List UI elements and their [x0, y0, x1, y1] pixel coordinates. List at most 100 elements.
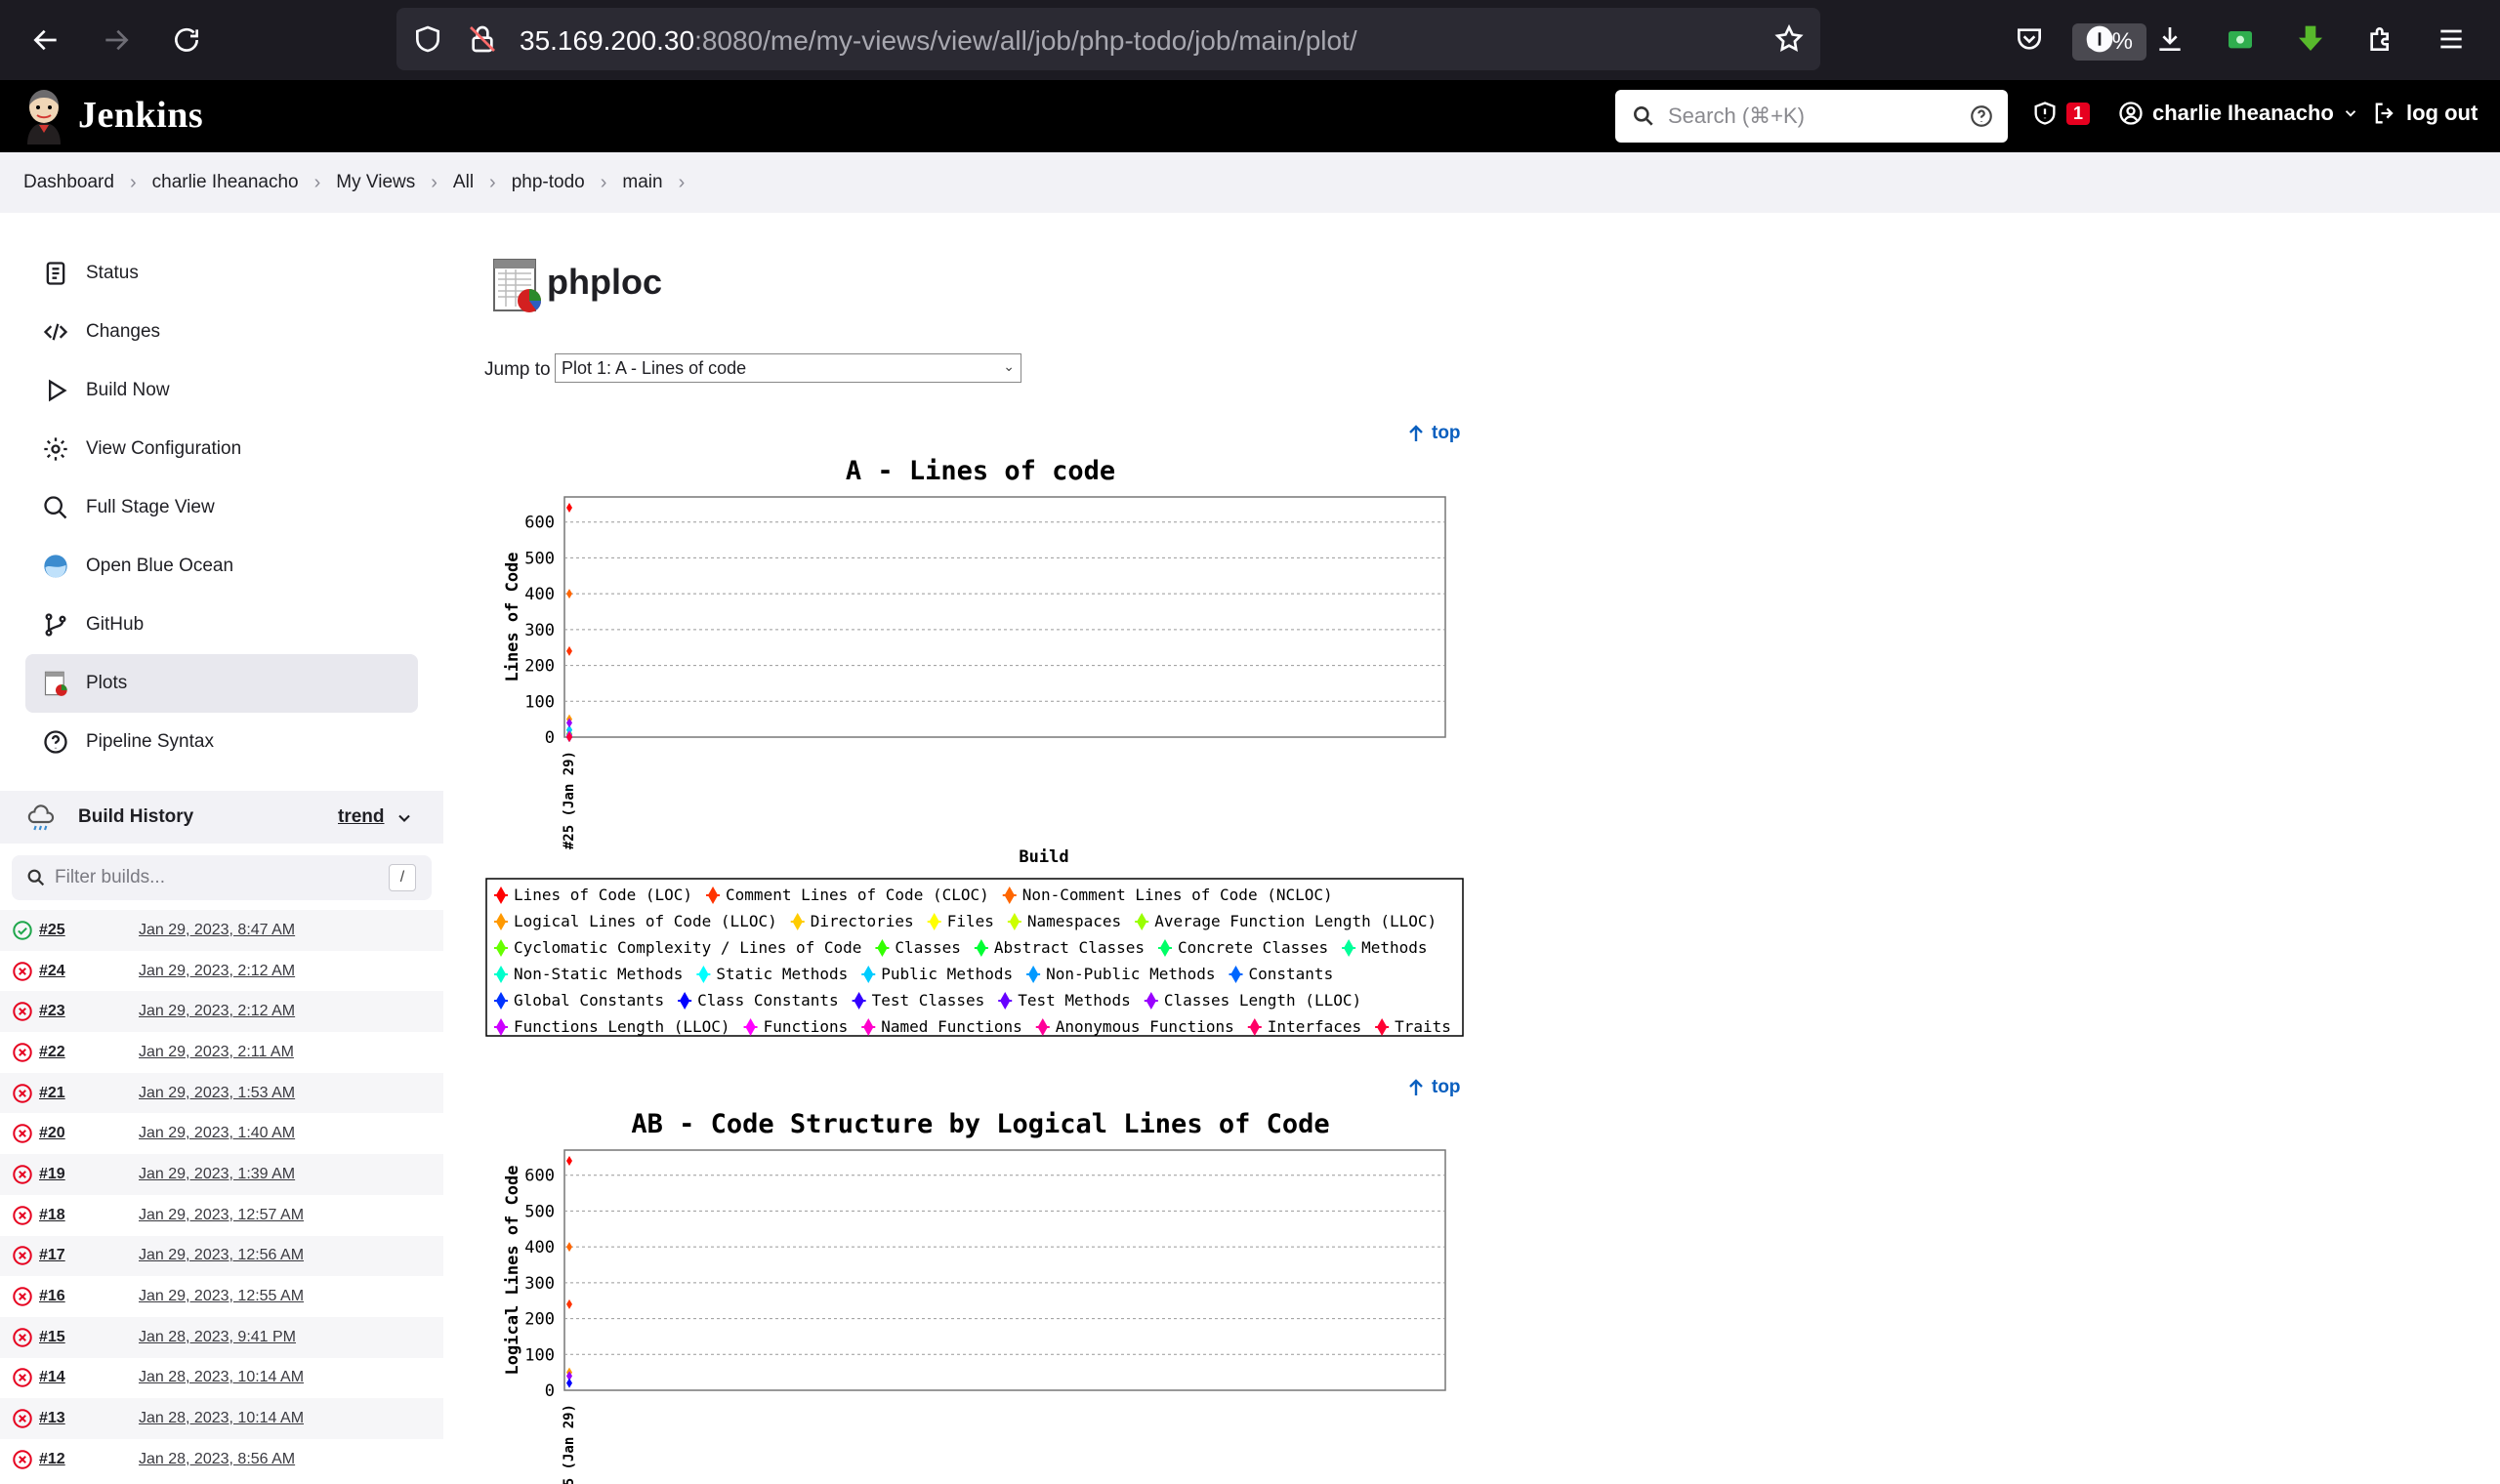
- insecure-lock-icon[interactable]: [465, 21, 500, 57]
- download-icon[interactable]: [2150, 20, 2189, 59]
- build-date-link[interactable]: Jan 29, 2023, 8:47 AM: [139, 922, 295, 939]
- search-icon: [1634, 106, 1653, 126]
- failed-x-icon: [13, 1368, 32, 1388]
- forward-button[interactable]: [94, 18, 139, 62]
- build-date-link[interactable]: Jan 29, 2023, 2:12 AM: [139, 1003, 295, 1020]
- build-number-link[interactable]: #15: [39, 1329, 65, 1346]
- build-number-link[interactable]: #25: [39, 922, 65, 939]
- build-date-link[interactable]: Jan 29, 2023, 2:12 AM: [139, 963, 295, 980]
- extension-money-icon[interactable]: [2221, 20, 2260, 59]
- breadcrumb-item-all[interactable]: All: [453, 172, 474, 193]
- security-warning[interactable]: 1: [2031, 100, 2091, 127]
- failed-x-icon: [13, 1083, 32, 1103]
- browser-toolbar: 35.169.200.30:8080/me/my-views/view/all/…: [0, 0, 2500, 80]
- account-icon[interactable]: [2080, 20, 2119, 59]
- legend-label: Average Function Length (LLOC): [1154, 912, 1437, 930]
- logout-button[interactable]: log out: [2371, 100, 2478, 127]
- build-filter[interactable]: /: [12, 855, 432, 900]
- failed-x-icon: [13, 961, 32, 981]
- y-tick-label: 600: [524, 514, 555, 533]
- breadcrumb-item-dashboard[interactable]: Dashboard: [23, 172, 114, 193]
- build-row[interactable]: #24 Jan 29, 2023, 2:12 AM: [0, 951, 443, 992]
- bookmark-star-icon[interactable]: [1771, 21, 1807, 57]
- jenkins-header: Jenkins 1 charlie Iheanacho log out: [0, 80, 2500, 152]
- help-icon[interactable]: [1969, 103, 1994, 129]
- build-number-link[interactable]: #24: [39, 963, 65, 980]
- build-number-link[interactable]: #22: [39, 1044, 65, 1061]
- sidebar-item-plots[interactable]: Plots: [25, 654, 418, 713]
- filter-builds-input[interactable]: [55, 864, 387, 891]
- breadcrumb-separator-icon[interactable]: ›: [679, 172, 686, 194]
- build-row[interactable]: #21 Jan 29, 2023, 1:53 AM: [0, 1072, 443, 1114]
- legend-label: Namespaces: [1027, 912, 1121, 930]
- build-date-link[interactable]: Jan 29, 2023, 12:56 AM: [139, 1247, 304, 1264]
- search-input[interactable]: [1668, 100, 1961, 133]
- chevron-down-icon[interactable]: [395, 808, 414, 828]
- breadcrumb-item-project[interactable]: php-todo: [512, 172, 585, 193]
- breadcrumb-item-my-views[interactable]: My Views: [336, 172, 415, 193]
- build-date-link[interactable]: Jan 28, 2023, 8:56 AM: [139, 1451, 295, 1468]
- user-menu[interactable]: charlie Iheanacho: [2117, 100, 2359, 127]
- build-row[interactable]: #12 Jan 28, 2023, 8:56 AM: [0, 1439, 443, 1480]
- build-number-link[interactable]: #13: [39, 1410, 65, 1427]
- app-title[interactable]: Jenkins: [78, 94, 203, 137]
- build-number-link[interactable]: #17: [39, 1247, 65, 1264]
- breadcrumb-item-branch[interactable]: main: [622, 172, 662, 193]
- extensions-puzzle-icon[interactable]: [2361, 20, 2400, 59]
- build-row[interactable]: #17 Jan 29, 2023, 12:56 AM: [0, 1235, 443, 1277]
- build-number-link[interactable]: #23: [39, 1003, 65, 1020]
- breadcrumb: Dashboard › charlie Iheanacho › My Views…: [0, 152, 2500, 213]
- build-row[interactable]: #18 Jan 29, 2023, 12:57 AM: [0, 1195, 443, 1236]
- build-number-link[interactable]: #18: [39, 1207, 65, 1224]
- build-row[interactable]: #20 Jan 29, 2023, 1:40 AM: [0, 1113, 443, 1154]
- extension-download-arrow-icon[interactable]: [2291, 20, 2330, 59]
- build-date-link[interactable]: Jan 29, 2023, 1:40 AM: [139, 1125, 295, 1142]
- trend-link[interactable]: trend: [338, 806, 385, 828]
- build-number-link[interactable]: #21: [39, 1085, 65, 1102]
- sidebar-item-build-now[interactable]: Build Now: [25, 361, 418, 420]
- build-date-link[interactable]: Jan 29, 2023, 12:57 AM: [139, 1207, 304, 1224]
- breadcrumb-item-user[interactable]: charlie Iheanacho: [152, 172, 299, 193]
- sidebar-item-pipeline-syntax[interactable]: Pipeline Syntax: [25, 713, 418, 771]
- build-number-link[interactable]: #12: [39, 1451, 65, 1468]
- legend-label: Cyclomatic Complexity / Lines of Code: [514, 938, 861, 957]
- build-row[interactable]: #14 Jan 28, 2023, 10:14 AM: [0, 1358, 443, 1399]
- jenkins-logo-icon[interactable]: [21, 88, 66, 144]
- build-number-link[interactable]: #20: [39, 1125, 65, 1142]
- back-button[interactable]: [23, 18, 68, 62]
- sidebar-item-changes[interactable]: Changes: [25, 303, 418, 361]
- build-number-link[interactable]: #16: [39, 1288, 65, 1305]
- build-date-link[interactable]: Jan 28, 2023, 10:14 AM: [139, 1369, 304, 1386]
- build-date-link[interactable]: Jan 29, 2023, 12:55 AM: [139, 1288, 304, 1305]
- build-row[interactable]: #15 Jan 28, 2023, 9:41 PM: [0, 1316, 443, 1358]
- build-date-link[interactable]: Jan 29, 2023, 1:39 AM: [139, 1166, 295, 1183]
- sidebar-item-open-blue-ocean[interactable]: Open Blue Ocean: [25, 537, 418, 596]
- legend-label: Functions: [764, 1017, 849, 1036]
- menu-icon[interactable]: [2432, 20, 2471, 59]
- sidebar-item-view-configuration[interactable]: View Configuration: [25, 420, 418, 478]
- build-row[interactable]: #19 Jan 29, 2023, 1:39 AM: [0, 1154, 443, 1195]
- url-text[interactable]: 35.169.200.30:8080/me/my-views/view/all/…: [520, 25, 1357, 57]
- build-date-link[interactable]: Jan 28, 2023, 10:14 AM: [139, 1410, 304, 1427]
- build-date-link[interactable]: Jan 29, 2023, 2:11 AM: [139, 1044, 294, 1061]
- y-tick-label: 200: [524, 657, 555, 677]
- build-number-link[interactable]: #19: [39, 1166, 65, 1183]
- build-row[interactable]: #13 Jan 28, 2023, 10:14 AM: [0, 1398, 443, 1439]
- address-bar[interactable]: 35.169.200.30:8080/me/my-views/view/all/…: [396, 8, 2146, 70]
- reload-button[interactable]: [164, 18, 209, 62]
- build-row[interactable]: #23 Jan 29, 2023, 2:12 AM: [0, 991, 443, 1033]
- shield-icon[interactable]: [410, 21, 445, 57]
- build-date-link[interactable]: Jan 28, 2023, 9:41 PM: [139, 1329, 296, 1346]
- build-number-link[interactable]: #14: [39, 1369, 65, 1386]
- pocket-icon[interactable]: [2010, 20, 2049, 59]
- build-date-link[interactable]: Jan 29, 2023, 1:53 AM: [139, 1085, 295, 1102]
- sidebar-item-github[interactable]: GitHub: [25, 596, 418, 654]
- search-box[interactable]: [1615, 90, 2008, 143]
- build-row[interactable]: #22 Jan 29, 2023, 2:11 AM: [0, 1032, 443, 1073]
- build-row[interactable]: #16 Jan 29, 2023, 12:55 AM: [0, 1276, 443, 1317]
- sidebar-item-status[interactable]: Status: [25, 244, 418, 303]
- legend-label: Directories: [811, 912, 914, 930]
- build-row[interactable]: #25 Jan 29, 2023, 8:47 AM: [0, 910, 443, 951]
- sidebar-item-full-stage-view[interactable]: Full Stage View: [25, 478, 418, 537]
- jump-to-select[interactable]: Plot 1: A - Lines of code ⌄: [555, 353, 1021, 383]
